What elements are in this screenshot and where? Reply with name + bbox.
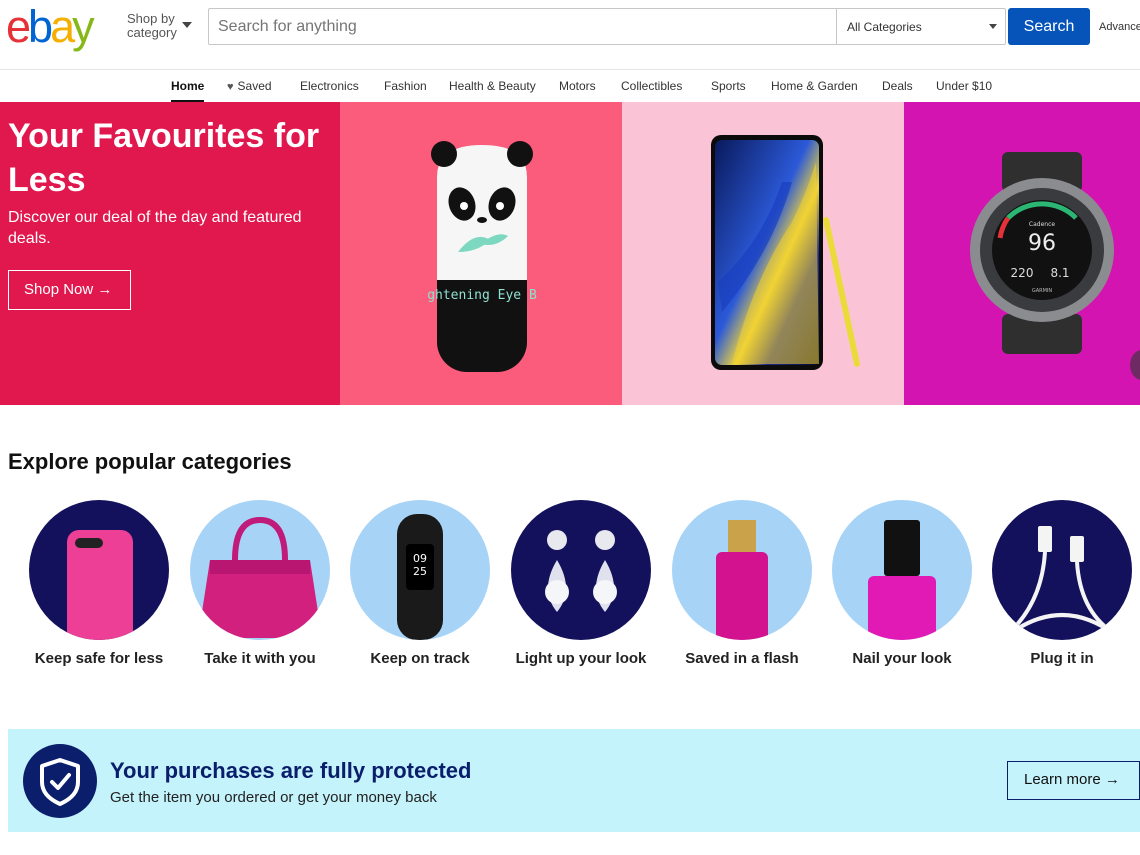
nav-item-electronics[interactable]: Electronics xyxy=(300,79,359,93)
search-button[interactable]: Search xyxy=(1008,8,1090,45)
buyer-protection-banner: Your purchases are fully protected Get t… xyxy=(8,729,1140,832)
hero-product-watch[interactable]: Cadence 96 220 8.1 GARMIN xyxy=(904,102,1140,405)
category-label: Saved in a flash xyxy=(685,650,799,667)
shop-now-button[interactable]: Shop Now → xyxy=(8,270,131,310)
hero-subtitle: Discover our deal of the day and feature… xyxy=(8,209,302,247)
category-image xyxy=(992,500,1132,640)
ebay-logo[interactable]: ebay xyxy=(6,1,95,52)
nav-item-under-10[interactable]: Under $10 xyxy=(936,79,992,93)
protection-subtitle: Get the item you ordered or get your mon… xyxy=(110,789,437,806)
band-time-hours: 09 xyxy=(413,552,427,565)
category-label: Keep on track xyxy=(370,650,470,667)
fitness-band-icon: 09 25 xyxy=(397,514,443,640)
category-label: Take it with you xyxy=(204,650,316,667)
nav-item-health-beauty[interactable]: Health & Beauty xyxy=(449,79,536,93)
category-card[interactable]: Nail your look xyxy=(822,500,982,675)
category-card[interactable]: Take it with you xyxy=(180,500,340,675)
category-card[interactable]: Keep safe for less xyxy=(19,500,179,675)
nav-item-motors[interactable]: Motors xyxy=(559,79,596,93)
watch-metric-label: Cadence xyxy=(1029,221,1055,228)
phone-case-icon xyxy=(67,530,133,640)
nail-polish-icon xyxy=(868,520,936,640)
panda-stick-image: ghtening Eye B xyxy=(427,141,537,372)
logo-letter: y xyxy=(72,1,94,52)
band-time-minutes: 25 xyxy=(413,565,427,578)
category-label: Light up your look xyxy=(515,650,647,667)
usb-drive-icon xyxy=(716,520,768,640)
nav-item-deals[interactable]: Deals xyxy=(882,79,913,93)
chevron-down-icon xyxy=(989,24,997,29)
logo-letter: e xyxy=(6,1,31,52)
smartwatch-image: Cadence 96 220 8.1 GARMIN xyxy=(970,152,1114,354)
hero-product-panda-stick[interactable]: ghtening Eye B xyxy=(340,102,622,405)
category-select[interactable]: All Categories xyxy=(836,9,1005,44)
advanced-search-link[interactable]: Advanced xyxy=(1099,21,1140,33)
category-card[interactable]: 09 25 Keep on track xyxy=(340,500,500,675)
nav-item-fashion[interactable]: Fashion xyxy=(384,79,427,93)
category-card[interactable]: Plug it in xyxy=(982,500,1140,675)
nav-item-sports[interactable]: Sports xyxy=(711,79,746,93)
nav-item-saved[interactable]: ♥ Saved xyxy=(227,79,272,93)
protection-title: Your purchases are fully protected xyxy=(110,758,472,783)
category-image xyxy=(511,500,651,640)
shop-by-category-button[interactable]: Shop by category xyxy=(127,11,192,40)
category-image: 09 25 xyxy=(350,500,490,640)
category-image xyxy=(672,500,812,640)
nav-item-saved-label: Saved xyxy=(237,79,272,93)
watch-main-value: 96 xyxy=(1028,231,1056,256)
categories-heading: Explore popular categories xyxy=(8,449,292,474)
nav-item-home[interactable]: Home xyxy=(171,79,205,102)
learn-more-button[interactable]: Learn more → xyxy=(1007,761,1140,800)
charging-cable-icon xyxy=(1000,526,1124,640)
logo-letter: b xyxy=(28,1,53,52)
watch-brand: GARMIN xyxy=(1032,288,1053,294)
hero-title: Your Favourites for Less xyxy=(8,117,320,199)
category-image xyxy=(190,500,330,640)
nav-item-home-garden[interactable]: Home & Garden xyxy=(771,79,858,93)
hero-carousel: Your Favourites for Less Discover our de… xyxy=(0,102,1140,405)
header: ebay Shop by category All Categories Sea… xyxy=(0,0,1140,70)
heart-icon: ♥ xyxy=(227,81,234,93)
hero-promo-panel: Your Favourites for Less Discover our de… xyxy=(0,102,340,405)
watch-right-value: 8.1 xyxy=(1050,266,1069,280)
category-label: Keep safe for less xyxy=(34,650,164,667)
category-select-value: All Categories xyxy=(847,20,922,34)
smartphone-image xyxy=(711,135,860,370)
search-input[interactable] xyxy=(209,9,836,44)
category-image xyxy=(832,500,972,640)
category-label: Plug it in xyxy=(1030,650,1094,667)
hero-product-phone[interactable] xyxy=(622,102,904,405)
earrings-icon xyxy=(545,530,617,612)
shield-check-icon xyxy=(40,758,80,806)
category-card[interactable]: Saved in a flash xyxy=(662,500,822,675)
search-bar: All Categories xyxy=(208,8,1006,45)
nav-item-collectibles[interactable]: Collectibles xyxy=(621,79,682,93)
chevron-down-icon xyxy=(182,22,192,28)
category-label: Nail your look xyxy=(852,650,952,667)
category-label: category xyxy=(127,25,177,40)
category-nav: Home ♥ Saved Electronics Fashion Health &… xyxy=(0,71,1140,102)
product-label-text: ghtening Eye B xyxy=(427,288,537,303)
handbag-icon xyxy=(198,516,322,638)
logo-letter: a xyxy=(50,1,75,52)
shop-by-label: Shop by xyxy=(127,11,175,26)
watch-left-value: 220 xyxy=(1011,266,1034,280)
shield-badge xyxy=(23,744,97,818)
category-image xyxy=(29,500,169,640)
category-card[interactable]: Light up your look xyxy=(501,500,661,675)
